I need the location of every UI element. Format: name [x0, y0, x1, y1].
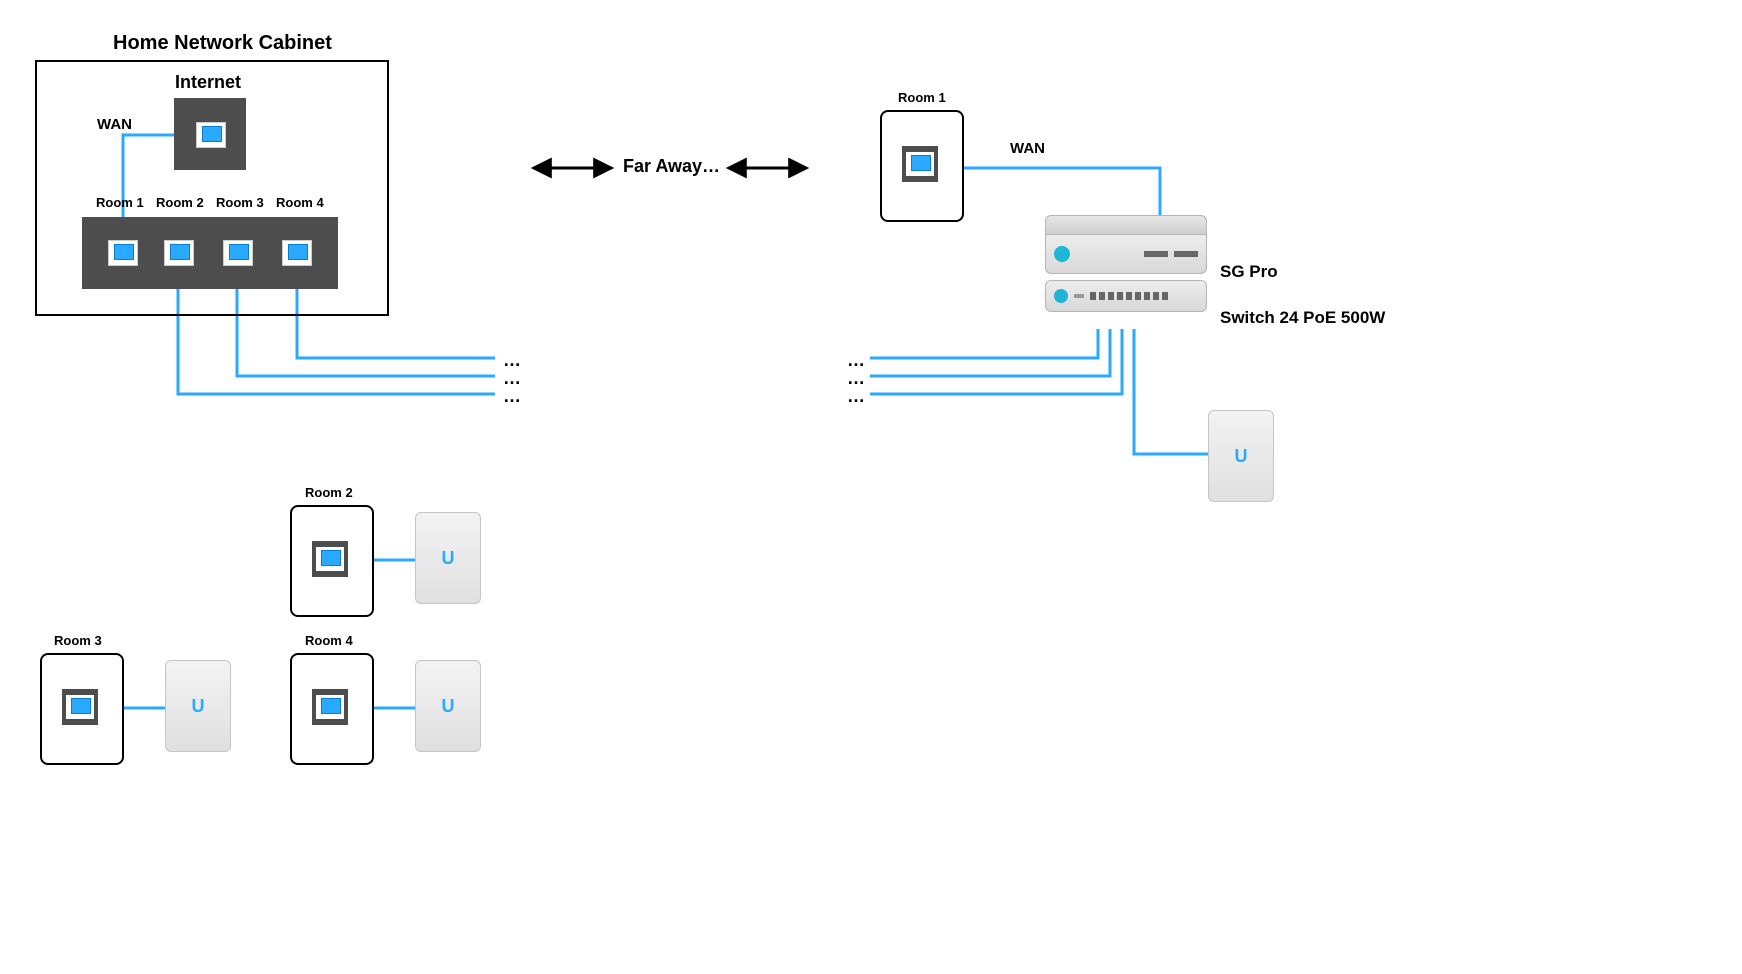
- room1-right-label: Room 1: [898, 90, 946, 105]
- wallplate-room3-port: [62, 689, 98, 725]
- sg-pro-device: [1045, 235, 1207, 274]
- access-point-room3: U: [165, 660, 231, 752]
- internet-port: [196, 122, 226, 148]
- network-rack: [1045, 215, 1205, 335]
- room4-bottom-label: Room 4: [305, 633, 353, 648]
- access-point-room4: U: [415, 660, 481, 752]
- room3-label: Room 3: [216, 195, 264, 210]
- wan-label-right: WAN: [1010, 140, 1045, 157]
- room1-label: Room 1: [96, 195, 144, 210]
- ubiquiti-logo-icon: U: [192, 696, 205, 717]
- patch-port-1: [108, 240, 138, 266]
- switch-label: Switch 24 PoE 500W: [1220, 308, 1385, 328]
- access-point-right: U: [1208, 410, 1274, 502]
- wallplate-room2-port: [312, 541, 348, 577]
- patch-port-3: [223, 240, 253, 266]
- room2-bottom-label: Room 2: [305, 485, 353, 500]
- wan-label-left: WAN: [97, 116, 132, 133]
- patch-port-4: [282, 240, 312, 266]
- wallplate-room1-port: [902, 146, 938, 182]
- room4-label: Room 4: [276, 195, 324, 210]
- far-away-label: Far Away…: [623, 156, 720, 177]
- cabinet-title: Home Network Cabinet: [113, 32, 332, 55]
- room2-label: Room 2: [156, 195, 204, 210]
- patch-port-2: [164, 240, 194, 266]
- ubiquiti-logo-icon: U: [442, 548, 455, 569]
- switch-device: [1045, 280, 1207, 312]
- ellipsis-l3: …: [503, 386, 521, 407]
- ellipsis-r3: …: [847, 386, 865, 407]
- access-point-room2: U: [415, 512, 481, 604]
- wallplate-room4-port: [312, 689, 348, 725]
- ubiquiti-logo-icon: U: [1235, 446, 1248, 467]
- sg-pro-label: SG Pro: [1220, 262, 1278, 282]
- room3-bottom-label: Room 3: [54, 633, 102, 648]
- ubiquiti-logo-icon: U: [442, 696, 455, 717]
- internet-label: Internet: [175, 72, 241, 93]
